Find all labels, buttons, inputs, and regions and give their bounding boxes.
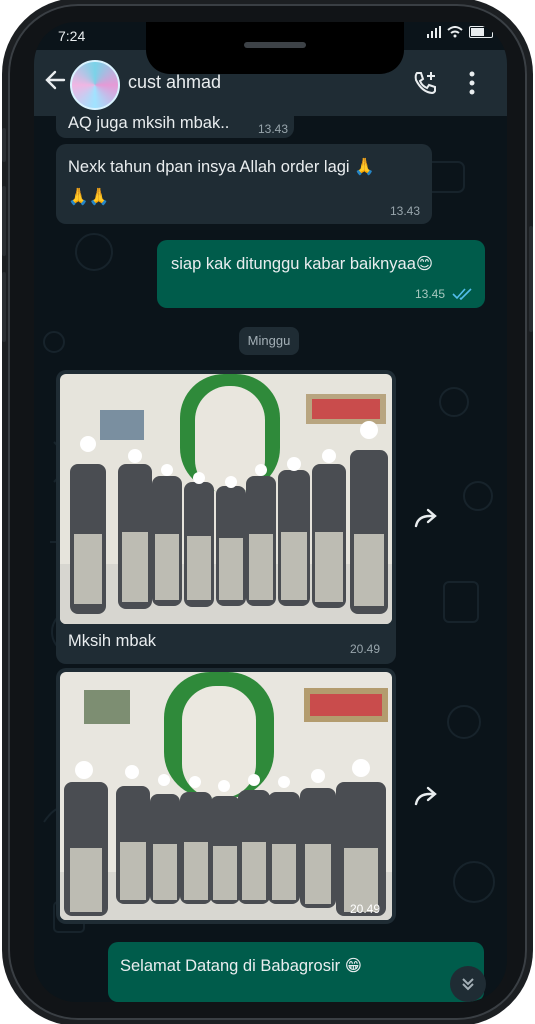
photo[interactable]	[60, 672, 392, 920]
avatar[interactable]	[70, 60, 120, 110]
message-time: 20.49	[350, 642, 381, 656]
phone-side-button	[2, 186, 6, 256]
message-outgoing: Selamat Datang di Babagrosir 😁	[108, 942, 484, 1002]
screen: 7:24 cust ahmad AQ juga mksih mbak.. 13.…	[34, 22, 507, 1002]
message-incoming-image: 20.49	[56, 668, 396, 924]
message-incoming: Nexk tahun dpan insya Allah order lagi 🙏…	[56, 144, 432, 224]
message-outgoing: siap kak ditunggu kabar baiknyaa😊 13.45	[157, 240, 485, 308]
status-time: 7:24	[58, 28, 86, 44]
message-time: 13.45	[415, 287, 446, 301]
arrow-left-icon[interactable]	[42, 66, 70, 94]
message-time: 20.49	[350, 902, 381, 916]
vertical-dots-icon[interactable]	[464, 68, 480, 98]
speaker-grille	[244, 42, 306, 48]
double-chevron-down-icon	[462, 978, 474, 991]
message-incoming-image: Mksih mbak 20.49	[56, 370, 396, 664]
day-separator: Minggu	[239, 327, 299, 355]
phone-side-button	[529, 226, 533, 332]
phone-side-button	[2, 272, 6, 342]
message-text: Selamat Datang di Babagrosir 😁	[120, 957, 362, 975]
forward-button[interactable]	[412, 504, 442, 534]
message-text-emoji: 🙏🙏	[68, 188, 110, 206]
image-caption: Mksih mbak	[68, 632, 157, 650]
wifi-icon	[447, 26, 463, 38]
photo[interactable]	[60, 374, 392, 624]
message-time: 13.43	[390, 204, 421, 218]
message-text: siap kak ditunggu kabar baiknyaa😊	[171, 255, 434, 273]
message-time: 13.43	[258, 122, 289, 136]
forward-arrow-icon	[414, 508, 437, 528]
double-check-icon	[452, 288, 472, 300]
battery-icon	[469, 26, 493, 38]
message-text: Nexk tahun dpan insya Allah order lagi 🙏	[68, 158, 375, 176]
camera-notch	[146, 22, 404, 74]
phone-plus-icon[interactable]	[412, 70, 438, 96]
phone-side-button	[2, 128, 6, 162]
signal-icon	[427, 26, 441, 38]
message-text: AQ juga mksih mbak..	[68, 114, 230, 132]
contact-name[interactable]: cust ahmad	[128, 72, 221, 93]
forward-arrow-icon	[414, 786, 437, 806]
forward-button[interactable]	[412, 782, 442, 812]
status-icons	[427, 26, 493, 38]
scroll-to-bottom-button[interactable]	[450, 966, 486, 1002]
